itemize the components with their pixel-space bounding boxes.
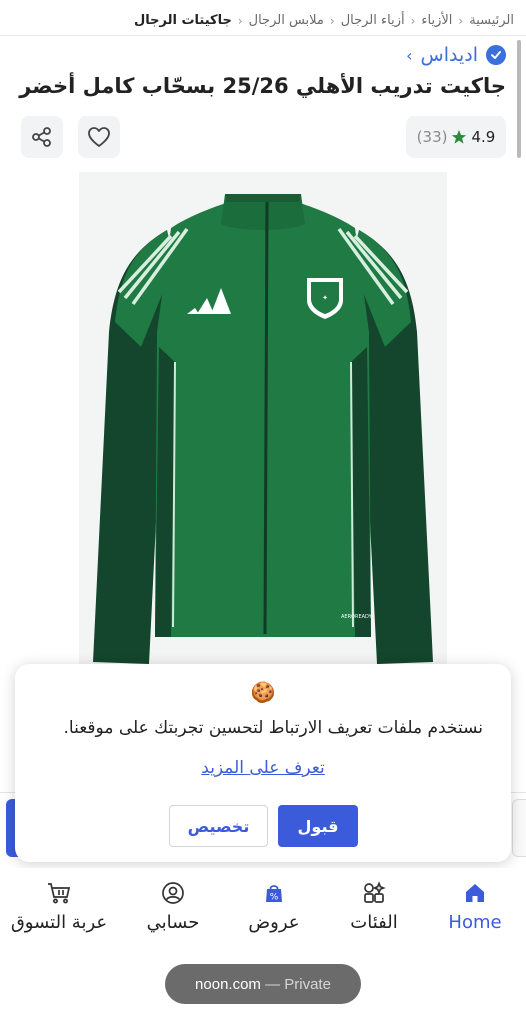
rating-count: (33) [416, 128, 448, 146]
breadcrumb-separator: ‹ [237, 13, 243, 28]
learn-more-link[interactable]: تعرف على المزيد [15, 758, 511, 778]
cookie-icon: 🍪 [250, 680, 276, 704]
share-icon [32, 127, 51, 147]
breadcrumb: الرئيسية ‹ الأزياء ‹ أزياء الرجال ‹ ملاب… [0, 0, 526, 36]
breadcrumb-mens-fashion[interactable]: أزياء الرجال [341, 13, 405, 28]
browser-address-pill[interactable]: noon.com — Private [165, 964, 361, 1004]
svg-text:%: % [270, 893, 279, 903]
customize-cookies-button[interactable]: تخصيص [169, 805, 268, 847]
breadcrumb-separator: ‹ [458, 13, 464, 28]
nav-item-cart[interactable]: عربة التسوق [4, 880, 114, 940]
breadcrumb-separator: ‹ [329, 13, 335, 28]
accept-cookies-button[interactable]: قبول [278, 805, 358, 847]
star-icon [452, 130, 467, 144]
breadcrumb-fashion[interactable]: الأزياء [421, 13, 452, 28]
rating-value: 4.9 [471, 128, 496, 146]
breadcrumb-separator: ‹ [410, 13, 416, 28]
nav-label-home: Home [448, 912, 502, 933]
breadcrumb-mens-clothing[interactable]: ملابس الرجال [249, 13, 324, 28]
product-image[interactable]: ✦ AEROREADY [79, 172, 447, 668]
nav-label-categories: الفئات [350, 912, 398, 933]
heart-icon [88, 127, 110, 147]
verified-check-icon [486, 45, 506, 65]
categories-icon [361, 880, 387, 906]
browser-private-mode: — Private [265, 975, 331, 993]
nav-item-categories[interactable]: الفئات [319, 880, 429, 940]
rating-summary[interactable]: (33) 4.9 [406, 116, 506, 158]
svg-text:✦: ✦ [322, 294, 328, 302]
share-button[interactable] [21, 116, 63, 158]
cart-icon [46, 880, 72, 906]
nav-label-offers: عروض [248, 912, 300, 933]
browser-domain: noon.com [195, 975, 261, 993]
breadcrumb-mens-jackets[interactable]: جاكيتات الرجال [134, 13, 232, 28]
home-icon [462, 880, 488, 906]
product-page: الرئيسية ‹ الأزياء ‹ أزياء الرجال ‹ ملاب… [0, 0, 526, 1024]
cookie-message: نستخدم ملفات تعريف الارتباط لتحسين تجربت… [63, 718, 484, 738]
quantity-selector[interactable] [512, 799, 526, 857]
offers-icon: % [261, 880, 287, 906]
nav-item-account[interactable]: حسابي [118, 880, 228, 940]
nav-label-account: حسابي [146, 912, 200, 933]
jacket-tag-text: AEROREADY [341, 614, 373, 620]
nav-label-cart: عربة التسوق [10, 912, 108, 933]
breadcrumb-home[interactable]: الرئيسية [469, 13, 514, 28]
product-title: جاكيت تدريب الأهلي 25/26 بسحّاب كامل أخض… [19, 74, 506, 98]
chevron-left-icon: › [406, 45, 413, 65]
account-icon [160, 880, 186, 906]
nav-item-offers[interactable]: % عروض [219, 880, 329, 940]
nav-item-home[interactable]: Home [420, 880, 526, 940]
bottom-navigation: Home الفئات % عروض حسابي عربة التسوق [0, 868, 526, 948]
brand-link[interactable]: اديداس › [406, 44, 506, 66]
page-scrollbar[interactable] [517, 40, 521, 158]
jacket-illustration: ✦ AEROREADY [93, 194, 433, 664]
wishlist-button[interactable] [78, 116, 120, 158]
brand-name[interactable]: اديداس [421, 44, 478, 66]
cookie-consent-banner: 🍪 نستخدم ملفات تعريف الارتباط لتحسين تجر… [15, 664, 511, 862]
